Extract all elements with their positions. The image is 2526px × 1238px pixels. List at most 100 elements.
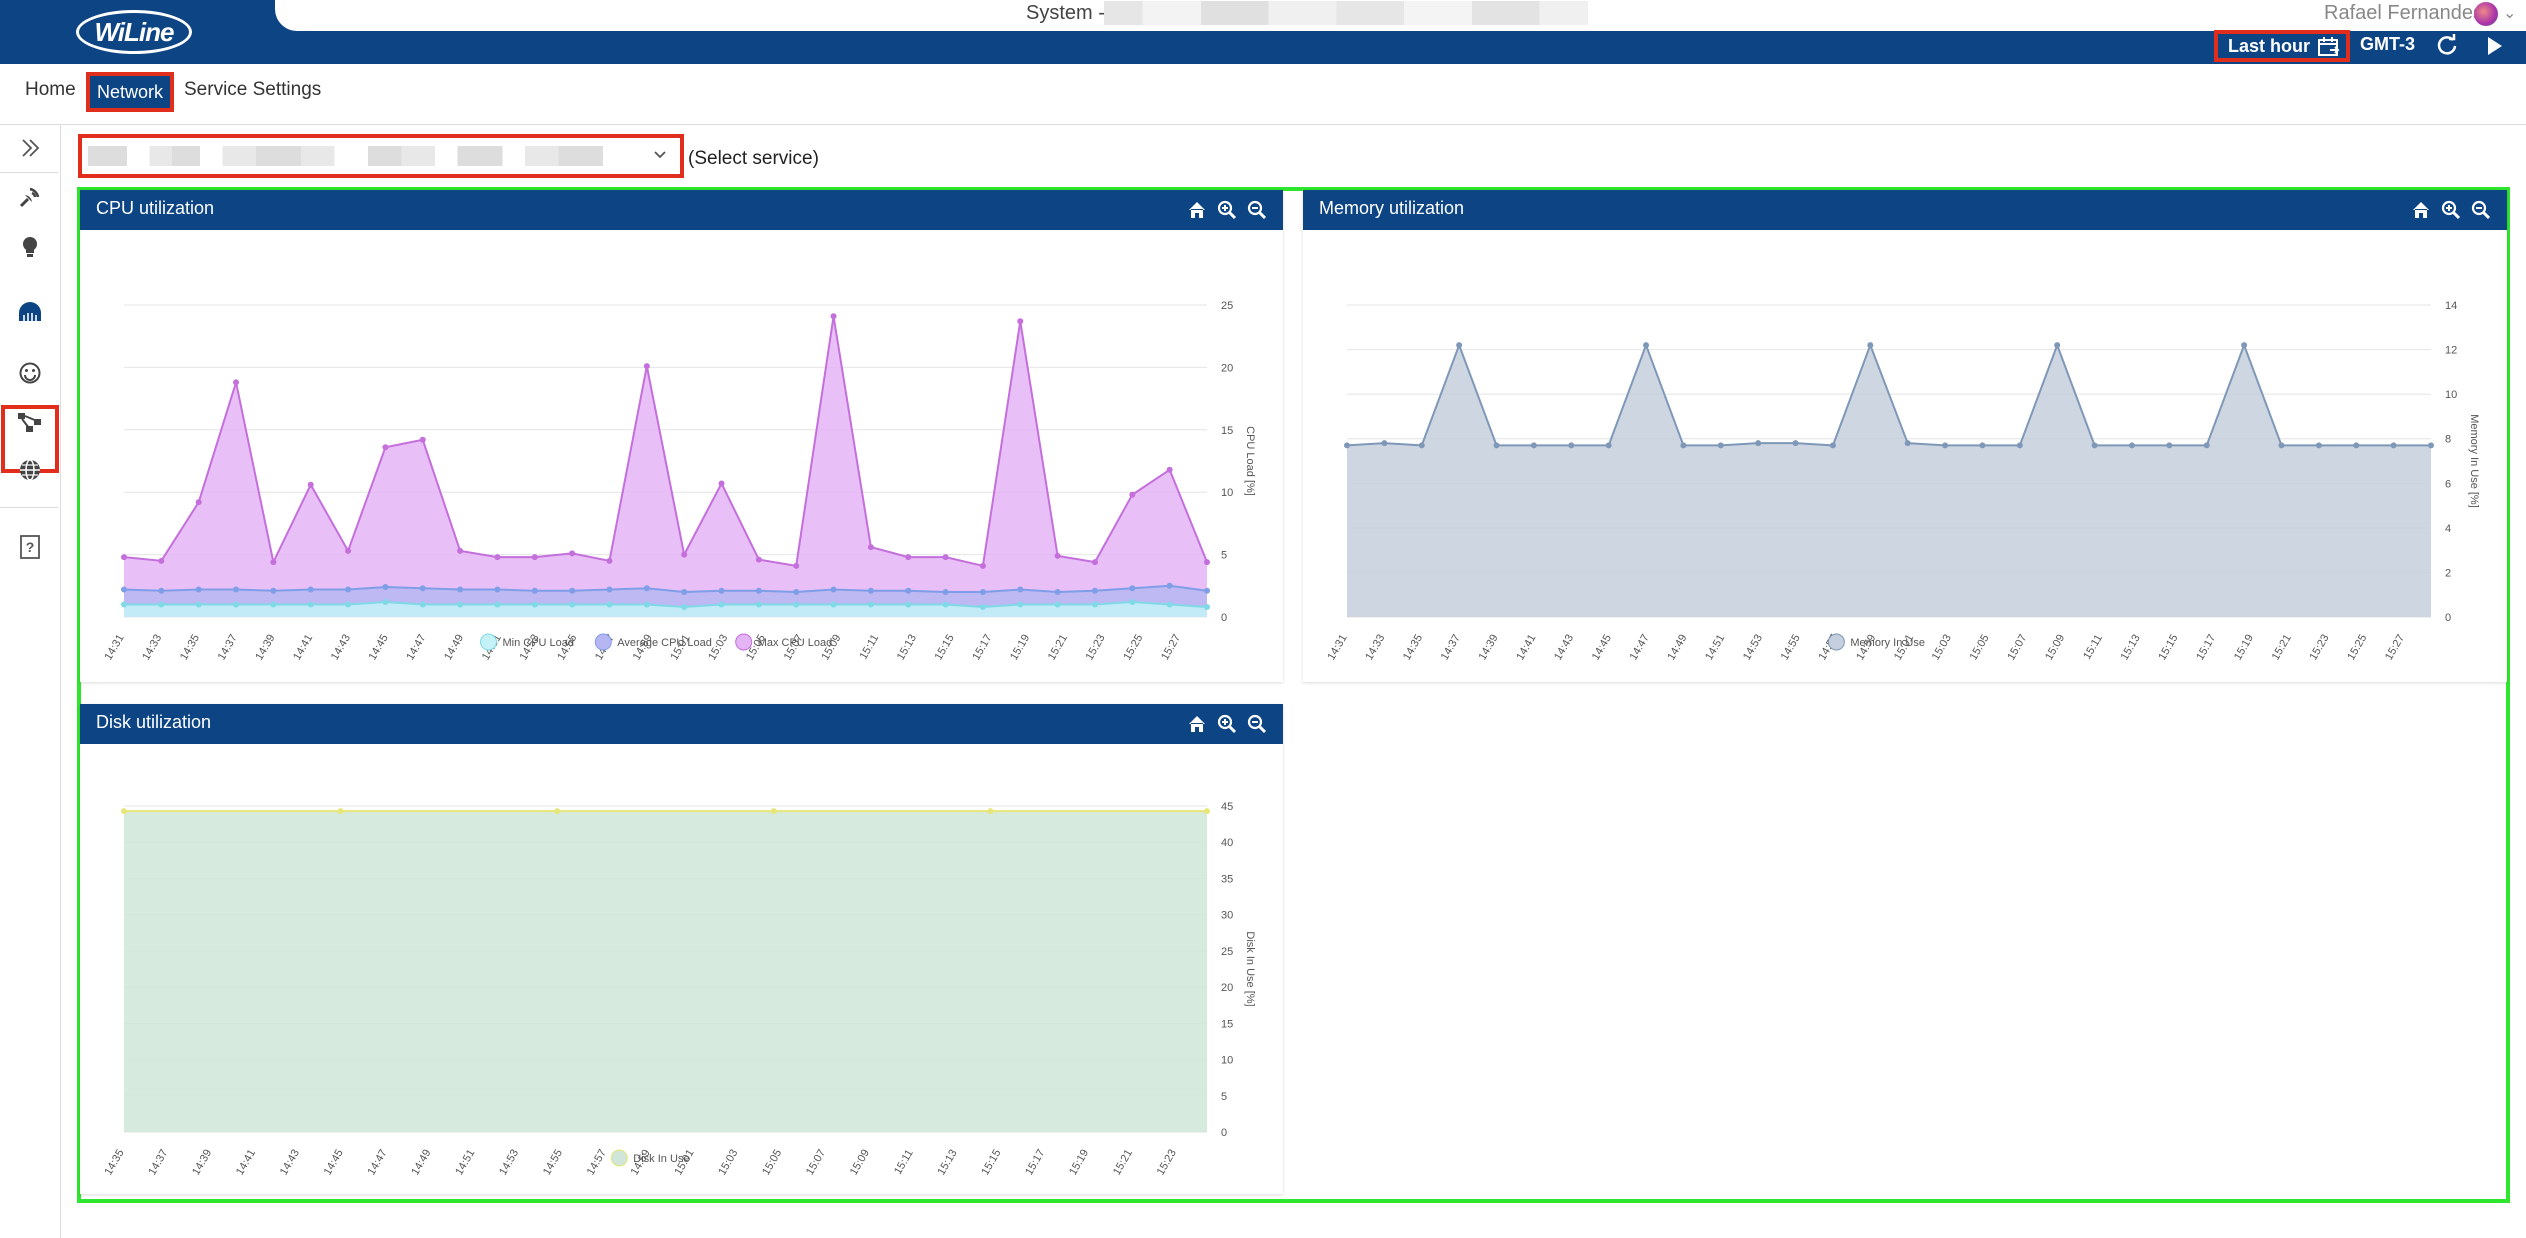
satellite-icon[interactable] bbox=[10, 182, 50, 212]
data-point bbox=[345, 601, 352, 608]
data-point bbox=[419, 585, 426, 592]
data-point bbox=[942, 554, 949, 561]
data-point bbox=[1493, 442, 1500, 449]
legend-label: Min CPU Load bbox=[503, 637, 575, 649]
smiley-icon[interactable] bbox=[10, 358, 50, 388]
data-point bbox=[1204, 808, 1210, 815]
chevron-down-icon[interactable] bbox=[652, 146, 668, 162]
legend-swatch bbox=[480, 633, 497, 651]
main-menu bbox=[0, 64, 2526, 125]
help-icon[interactable]: ? bbox=[10, 532, 50, 562]
data-point bbox=[979, 604, 986, 611]
topology-icon[interactable] bbox=[10, 407, 50, 437]
legend-label: Max CPU Load bbox=[758, 637, 833, 649]
refresh-icon[interactable] bbox=[2436, 34, 2458, 56]
data-point bbox=[1129, 585, 1136, 592]
memory-chart[interactable]: 0 2 4 6 8 10 12 14 14:31 14:33 14:35 14:37 14:39 14:4… bbox=[1303, 230, 2507, 680]
zoom-in-icon[interactable] bbox=[1217, 714, 1237, 734]
network-card-icon[interactable] bbox=[10, 297, 50, 327]
x-tick-label: 15:11 bbox=[858, 633, 882, 662]
data-point bbox=[2353, 442, 2360, 449]
x-tick-label: 14:39 bbox=[253, 633, 277, 663]
zoom-in-icon[interactable] bbox=[2441, 200, 2461, 220]
expand-icon[interactable] bbox=[10, 133, 50, 163]
data-point bbox=[158, 557, 165, 564]
zoom-out-icon[interactable] bbox=[2471, 200, 2491, 220]
y-tick-label: 35 bbox=[1221, 873, 1233, 885]
data-point bbox=[195, 601, 202, 608]
lightbulb-icon[interactable] bbox=[10, 232, 50, 262]
play-icon[interactable] bbox=[2486, 36, 2504, 56]
service-select[interactable] bbox=[78, 134, 684, 178]
y-tick-label: 2 bbox=[2445, 567, 2451, 579]
user-name[interactable]: Rafael Fernandes bbox=[2324, 2, 2483, 25]
data-point bbox=[867, 601, 874, 608]
x-tick-label: 15:13 bbox=[2119, 633, 2143, 663]
home-icon[interactable] bbox=[1187, 714, 1207, 734]
cpu-chart[interactable]: 0 5 10 15 20 25 14:31 14:33 14:35 14:37 14:39 14:41… bbox=[80, 230, 1283, 680]
data-point bbox=[1717, 442, 1724, 449]
data-point bbox=[494, 554, 501, 561]
x-tick-label: 15:09 bbox=[2043, 633, 2067, 663]
y-tick-label: 15 bbox=[1221, 425, 1233, 437]
data-point bbox=[830, 601, 837, 608]
data-point bbox=[569, 587, 576, 594]
y-tick-label: 20 bbox=[1221, 362, 1233, 374]
y-tick-label: 4 bbox=[2445, 523, 2451, 535]
data-point bbox=[1530, 442, 1537, 449]
data-point bbox=[2315, 442, 2322, 449]
data-point bbox=[1204, 559, 1210, 566]
service-name-redacted bbox=[88, 146, 648, 166]
x-tick-label: 15:27 bbox=[1159, 633, 1183, 663]
x-tick-label: 14:31 bbox=[102, 633, 126, 663]
x-tick-label: 14:55 bbox=[541, 1148, 565, 1178]
x-tick-label: 15:17 bbox=[2194, 633, 2218, 663]
data-point bbox=[2128, 442, 2135, 449]
legend-label: Disk In Use bbox=[633, 1153, 689, 1165]
data-point bbox=[2278, 442, 2285, 449]
data-point bbox=[1680, 442, 1687, 449]
chevron-down-icon[interactable]: ⌄ bbox=[2503, 3, 2516, 23]
time-range-button[interactable]: Last hour bbox=[2214, 30, 2350, 62]
zoom-out-icon[interactable] bbox=[1247, 200, 1267, 220]
x-tick-label: 15:05 bbox=[1968, 633, 1992, 663]
x-tick-label: 14:47 bbox=[404, 633, 428, 663]
avatar[interactable] bbox=[2474, 2, 2498, 26]
y-tick-label: 45 bbox=[1221, 801, 1233, 813]
data-point bbox=[942, 589, 949, 596]
data-point bbox=[1867, 342, 1874, 349]
data-point bbox=[233, 601, 240, 608]
menu-network[interactable]: Network bbox=[86, 72, 174, 112]
data-point bbox=[1829, 442, 1836, 449]
x-tick-label: 14:49 bbox=[409, 1148, 433, 1178]
series-area bbox=[1347, 345, 2431, 617]
home-icon[interactable] bbox=[1187, 200, 1207, 220]
y-tick-label: 0 bbox=[1221, 1127, 1227, 1139]
zoom-out-icon[interactable] bbox=[1247, 714, 1267, 734]
data-point bbox=[457, 601, 464, 608]
data-point bbox=[121, 586, 127, 593]
globe-icon[interactable] bbox=[10, 455, 50, 485]
menu-home[interactable]: Home bbox=[25, 79, 76, 101]
data-point bbox=[1755, 440, 1762, 447]
x-tick-label: 15:21 bbox=[1046, 633, 1070, 663]
zoom-in-icon[interactable] bbox=[1217, 200, 1237, 220]
x-tick-label: 15:07 bbox=[804, 1148, 828, 1178]
x-tick-label: 14:47 bbox=[366, 1148, 390, 1178]
data-point bbox=[382, 599, 389, 606]
x-tick-label: 14:53 bbox=[1741, 633, 1765, 663]
data-point bbox=[494, 601, 501, 608]
data-point bbox=[606, 601, 613, 608]
data-point bbox=[569, 550, 576, 557]
timezone-selector[interactable]: GMT-3 bbox=[2360, 34, 2415, 55]
menu-service-settings[interactable]: Service Settings bbox=[184, 79, 321, 101]
disk-chart[interactable]: 0 5 10 15 20 25 30 35 40 45 14:35 14:37 14:39 14:41 14… bbox=[80, 744, 1283, 1192]
y-tick-label: 10 bbox=[1221, 487, 1233, 499]
wiline-logo[interactable]: WiLine bbox=[76, 10, 192, 54]
home-icon[interactable] bbox=[2411, 200, 2431, 220]
data-point bbox=[1129, 491, 1136, 498]
x-tick-label: 14:35 bbox=[102, 1148, 126, 1178]
data-point bbox=[2054, 342, 2061, 349]
data-point bbox=[1605, 442, 1612, 449]
y-tick-label: 6 bbox=[2445, 478, 2451, 490]
